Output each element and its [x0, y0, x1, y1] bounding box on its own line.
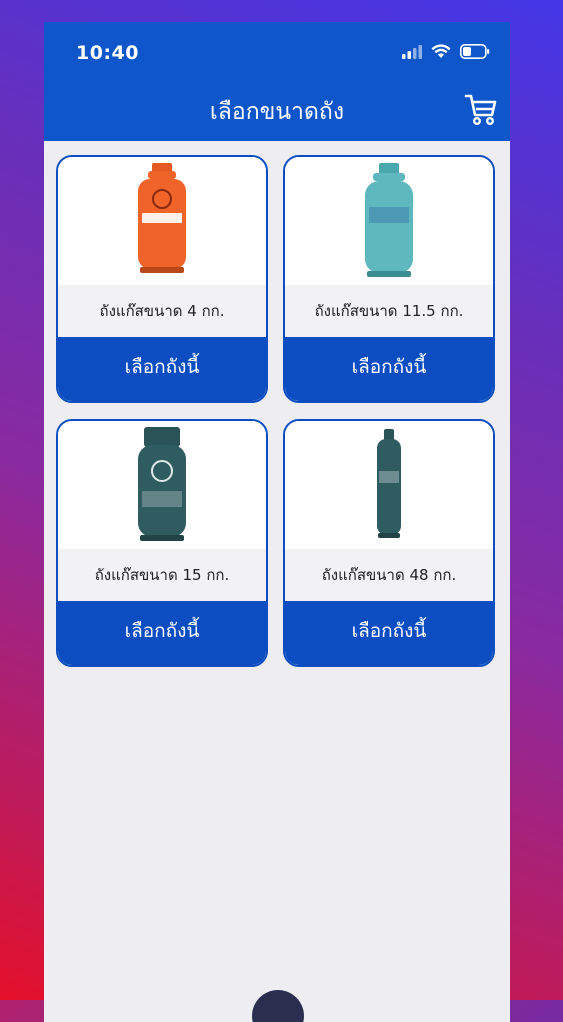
select-tank-button[interactable]: เลือกถังนี้: [285, 601, 493, 665]
battery-icon: [460, 44, 490, 59]
signal-icon: [402, 44, 422, 59]
app-screen: 10:40 เลือกขนาดถัง ถังแก๊สขนาด 4 กก. เลื…: [44, 22, 510, 1022]
product-card-15kg[interactable]: ถังแก๊สขนาด 15 กก. เลือกถังนี้: [56, 419, 268, 667]
select-tank-button[interactable]: เลือกถังนี้: [58, 601, 266, 665]
page-title: เลือกขนาดถัง: [209, 99, 345, 125]
status-icons: [402, 44, 490, 59]
wifi-icon: [431, 44, 451, 58]
product-label: ถังแก๊สขนาด 11.5 กก.: [285, 285, 493, 337]
product-card-48kg[interactable]: ถังแก๊สขนาด 48 กก. เลือกถังนี้: [283, 419, 495, 667]
product-label: ถังแก๊สขนาด 4 กก.: [58, 285, 266, 337]
app-header: 10:40 เลือกขนาดถัง: [44, 22, 510, 141]
select-tank-button[interactable]: เลือกถังนี้: [285, 337, 493, 401]
floating-action-button[interactable]: [252, 990, 304, 1022]
product-label: ถังแก๊สขนาด 15 กก.: [58, 549, 266, 601]
product-card-4kg[interactable]: ถังแก๊สขนาด 4 กก. เลือกถังนี้: [56, 155, 268, 403]
status-time: 10:40: [76, 42, 139, 64]
product-card-11-5kg[interactable]: ถังแก๊สขนาด 11.5 กก. เลือกถังนี้: [283, 155, 495, 403]
cart-icon[interactable]: [464, 92, 498, 126]
tank-image-4kg: [58, 157, 266, 285]
select-tank-button[interactable]: เลือกถังนี้: [58, 337, 266, 401]
tank-image-11-5kg: [285, 157, 493, 285]
product-label: ถังแก๊สขนาด 48 กก.: [285, 549, 493, 601]
tank-image-48kg: [285, 421, 493, 549]
tank-image-15kg: [58, 421, 266, 549]
